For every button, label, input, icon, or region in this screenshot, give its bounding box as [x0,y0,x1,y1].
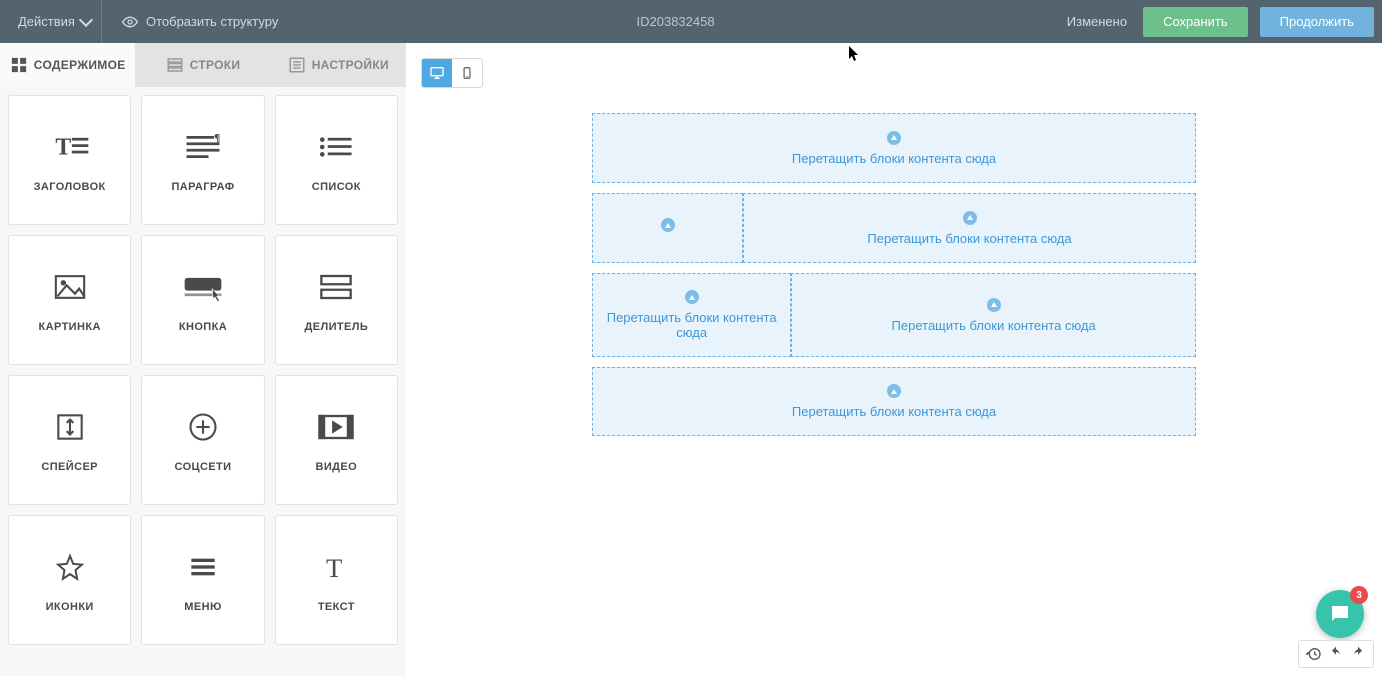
dropzone-hint: Перетащить блоки контента сюда [792,151,996,166]
upload-icon [887,131,901,145]
mobile-view-button[interactable] [452,59,482,87]
block-image-label: КАРТИНКА [39,321,101,333]
block-icons[interactable]: ИКОНКИ [8,515,131,645]
upload-icon [963,211,977,225]
sidebar: СОДЕРЖИМОЕ СТРОКИ НАСТРОЙКИ T ЗАГОЛОВОК … [0,43,406,676]
block-icons-label: ИКОНКИ [46,601,94,613]
row-3[interactable]: Перетащить блоки контента сюда Перетащит… [592,273,1196,357]
list-icon [314,127,358,167]
upload-icon [685,290,699,304]
tab-rows[interactable]: СТРОКИ [135,43,270,87]
topbar-left: Действия Отобразить структуру [8,0,284,43]
dropzone-hint: Перетащить блоки контента сюда [792,404,996,419]
actions-menu[interactable]: Действия [8,0,102,43]
block-palette: T ЗАГОЛОВОК ¶ ПАРАГРАФ СПИСОК К [0,87,406,676]
block-divider[interactable]: ДЕЛИТЕЛЬ [275,235,398,365]
block-image[interactable]: КАРТИНКА [8,235,131,365]
dropzone-hint: Перетащить блоки контента сюда [892,318,1096,333]
block-spacer[interactable]: СПЕЙСЕР [8,375,131,505]
desktop-view-button[interactable] [422,59,452,87]
block-menu[interactable]: МЕНЮ [141,515,264,645]
spacer-icon [48,407,92,447]
mouse-cursor-icon [849,46,861,62]
block-button-label: КНОПКА [179,321,227,333]
block-divider-label: ДЕЛИТЕЛЬ [304,321,368,333]
undo-button[interactable] [1326,644,1346,664]
svg-text:¶: ¶ [214,131,220,145]
upload-icon [887,384,901,398]
dropzone[interactable]: Перетащить блоки контента сюда [743,193,1196,263]
heading-icon: T [48,127,92,167]
paragraph-icon: ¶ [181,127,225,167]
editor-canvas: Перетащить блоки контента сюда Перетащит… [406,43,1382,676]
chat-button[interactable]: 3 [1316,590,1364,638]
dropzone[interactable]: Перетащить блоки контента сюда [592,273,791,357]
block-video[interactable]: ВИДЕО [275,375,398,505]
eye-icon [122,14,138,30]
dropzone-hint: Перетащить блоки контента сюда [867,231,1071,246]
layout-rows: Перетащить блоки контента сюда Перетащит… [592,113,1196,436]
block-text[interactable]: T ТЕКСТ [275,515,398,645]
block-paragraph-label: ПАРАГРАФ [171,181,234,193]
show-structure-label: Отобразить структуру [146,14,278,29]
block-video-label: ВИДЕО [316,461,358,473]
block-heading[interactable]: T ЗАГОЛОВОК [8,95,131,225]
history-button[interactable] [1304,644,1324,664]
block-list[interactable]: СПИСОК [275,95,398,225]
menu-icon [181,547,225,587]
dropzone[interactable]: Перетащить блоки контента сюда [791,273,1196,357]
sidebar-tabs: СОДЕРЖИМОЕ СТРОКИ НАСТРОЙКИ [0,43,406,87]
tab-content[interactable]: СОДЕРЖИМОЕ [0,43,135,87]
block-text-label: ТЕКСТ [318,601,355,613]
status-label: Изменено [1067,14,1131,29]
device-switch [421,58,483,88]
tab-rows-label: СТРОКИ [190,58,241,72]
block-paragraph[interactable]: ¶ ПАРАГРАФ [141,95,264,225]
block-menu-label: МЕНЮ [184,601,221,613]
dropzone[interactable]: Перетащить блоки контента сюда [592,367,1196,436]
save-button[interactable]: Сохранить [1143,7,1248,37]
continue-button[interactable]: Продолжить [1260,7,1374,37]
upload-icon [987,298,1001,312]
history-toolbar [1298,640,1374,668]
actions-label: Действия [18,14,75,29]
tab-settings[interactable]: НАСТРОЙКИ [271,43,406,87]
topbar-right: Изменено Сохранить Продолжить [1067,7,1374,37]
block-spacer-label: СПЕЙСЕР [41,461,98,473]
svg-text:T: T [55,134,71,160]
text-icon: T [314,547,358,587]
star-icon [48,547,92,587]
block-button[interactable]: КНОПКА [141,235,264,365]
button-icon [181,267,225,307]
social-icon [181,407,225,447]
topbar: Действия Отобразить структуру ID20383245… [0,0,1382,43]
block-heading-label: ЗАГОЛОВОК [34,181,106,193]
chat-badge: 3 [1350,586,1368,604]
tab-content-label: СОДЕРЖИМОЕ [34,58,126,72]
row-4[interactable]: Перетащить блоки контента сюда [592,367,1196,436]
divider-icon [314,267,358,307]
dropzone-hint: Перетащить блоки контента сюда [603,310,780,340]
block-list-label: СПИСОК [312,181,361,193]
doc-id: ID203832458 [284,14,1066,29]
row-2[interactable]: Перетащить блоки контента сюда [592,193,1196,263]
video-icon [314,407,358,447]
image-icon [48,267,92,307]
upload-icon [661,218,675,232]
svg-text:T: T [326,553,342,583]
dropzone[interactable] [592,193,743,263]
block-social[interactable]: СОЦСЕТИ [141,375,264,505]
block-social-label: СОЦСЕТИ [175,461,232,473]
row-1[interactable]: Перетащить блоки контента сюда [592,113,1196,183]
show-structure-toggle[interactable]: Отобразить структуру [116,14,284,30]
redo-button[interactable] [1348,644,1368,664]
dropzone[interactable]: Перетащить блоки контента сюда [592,113,1196,183]
main-area: СОДЕРЖИМОЕ СТРОКИ НАСТРОЙКИ T ЗАГОЛОВОК … [0,43,1382,676]
chevron-down-icon [79,13,93,27]
tab-settings-label: НАСТРОЙКИ [312,58,389,72]
